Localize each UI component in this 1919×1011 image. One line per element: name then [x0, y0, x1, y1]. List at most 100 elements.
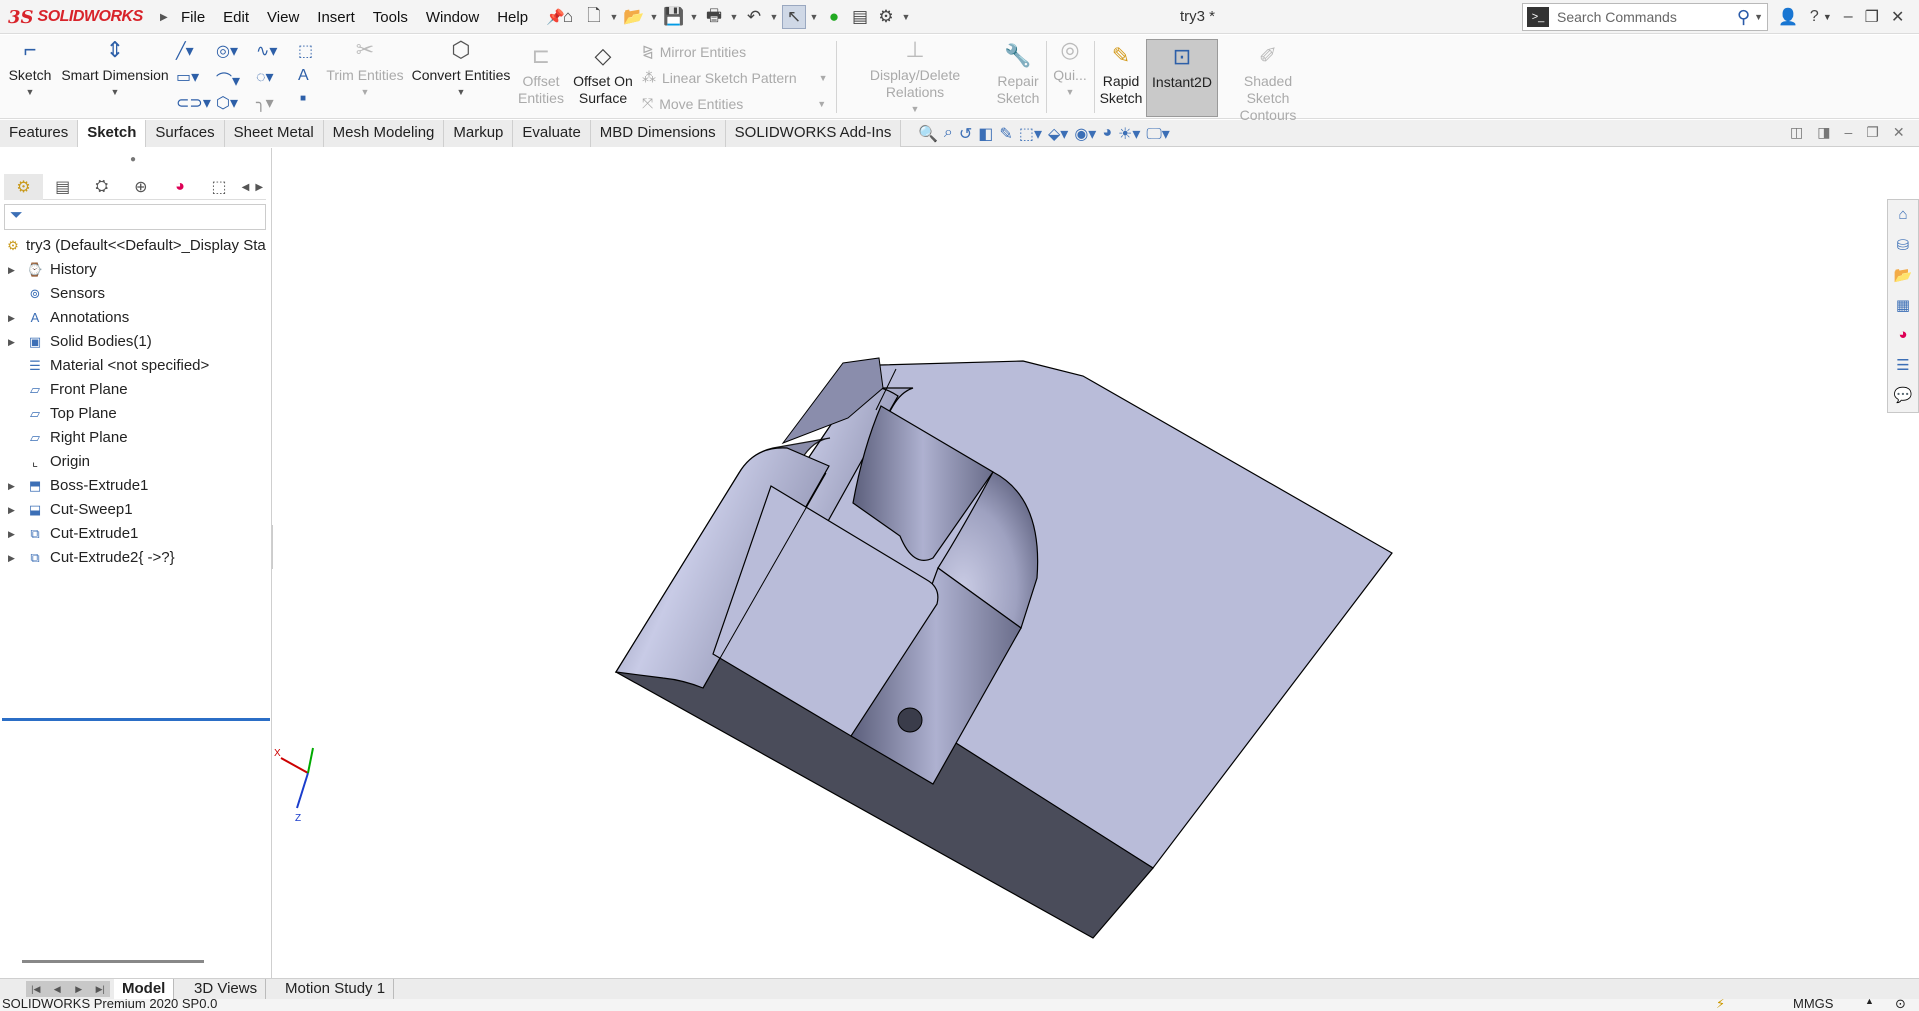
fillet-icon[interactable]: ╮▾	[256, 93, 274, 113]
edit-appearance-icon[interactable]: ◕	[1102, 124, 1112, 144]
text-icon[interactable]: A	[298, 67, 309, 85]
tab-evaluate[interactable]: Evaluate	[513, 120, 591, 147]
solidworks-logo[interactable]: 3S SOLIDWORKS ▶	[8, 3, 168, 31]
trim-dropdown-icon[interactable]: ▼	[361, 84, 370, 101]
model-view[interactable]: X Z	[273, 148, 1885, 978]
logo-arrow-icon[interactable]: ▶	[160, 12, 168, 23]
convert-entities-button[interactable]: ⬡ Convert Entities ▼	[410, 39, 512, 101]
tree-item-cut-sweep1[interactable]: ▶ ⬓ Cut-Sweep1	[0, 498, 272, 522]
rebuild-traffic-light-icon[interactable]: ●	[822, 5, 846, 29]
menu-edit[interactable]: Edit	[214, 9, 258, 26]
horizontal-scrollbar[interactable]	[22, 960, 204, 963]
view-palette-icon[interactable]: ▦	[1892, 296, 1914, 317]
offset-entities-button[interactable]: ⊏ Offset Entities	[516, 45, 566, 107]
rectangle-icon[interactable]: ▭▾	[176, 67, 199, 87]
tree-filter-input[interactable]: ⏷	[4, 204, 266, 230]
linear-pattern-dropdown-icon[interactable]: ▼	[819, 73, 828, 83]
open-icon[interactable]: 📂	[622, 5, 646, 29]
tab-sheet-metal[interactable]: Sheet Metal	[224, 120, 324, 147]
help-dropdown-icon[interactable]: ▼	[1823, 12, 1832, 22]
display-manager-tab-icon[interactable]: ◕	[160, 174, 199, 200]
first-tab-icon[interactable]: |◀	[26, 981, 46, 997]
tab-markup[interactable]: Markup	[444, 120, 514, 147]
options-dropdown-icon[interactable]: ▼	[900, 12, 912, 22]
expand-arrow-icon[interactable]: ▶	[8, 546, 15, 570]
expand-arrow-icon[interactable]: ▶	[8, 330, 15, 354]
tabs-left-arrow-icon[interactable]: ◀	[239, 174, 253, 200]
tree-root-part[interactable]: ⚙ try3 (Default<<Default>_Display Sta	[0, 234, 272, 258]
ellipse-icon[interactable]: ◌▾	[256, 67, 274, 87]
slot-icon[interactable]: ⊂⊃▾	[176, 93, 211, 113]
status-help-icon[interactable]: ⊙	[1895, 999, 1906, 1011]
dynamic-annotation-icon[interactable]: ✎	[999, 124, 1012, 144]
zoom-to-fit-icon[interactable]: 🔍	[918, 124, 938, 144]
tree-item-boss-extrude1[interactable]: ▶ ⬒ Boss-Extrude1	[0, 474, 272, 498]
view-orientation-icon[interactable]: ⬚▾	[1019, 124, 1042, 144]
quick-snaps-button[interactable]: ◎ Qui... ▼	[1050, 39, 1090, 101]
polygon-icon[interactable]: ⬡▾	[216, 93, 238, 113]
tab-surfaces[interactable]: Surfaces	[146, 120, 225, 147]
tree-item-sensors[interactable]: ⊚ Sensors	[0, 282, 272, 306]
minimize-icon[interactable]: –	[1844, 8, 1853, 26]
offset-on-surface-button[interactable]: ◇ Offset On Surface	[570, 45, 636, 107]
last-tab-icon[interactable]: ▶|	[91, 981, 111, 997]
feature-manager-tab-icon[interactable]: ⚙	[4, 174, 44, 200]
search-commands-box[interactable]: >_ Search Commands ⚲ ▼	[1522, 3, 1768, 31]
new-dropdown-icon[interactable]: ▼	[608, 12, 620, 22]
help-icon[interactable]: ?	[1810, 8, 1819, 26]
rapid-sketch-button[interactable]: ✎ Rapid Sketch	[1098, 45, 1144, 107]
search-dropdown-icon[interactable]: ▼	[1754, 12, 1763, 22]
tab-mesh-modeling[interactable]: Mesh Modeling	[323, 120, 445, 147]
tree-item-front-plane[interactable]: ▱ Front Plane	[0, 378, 272, 402]
smart-dimension-dropdown-icon[interactable]: ▼	[111, 84, 120, 101]
previous-view-icon[interactable]: ↺	[959, 124, 972, 144]
trim-entities-button[interactable]: ✂ Trim Entities ▼	[324, 39, 406, 101]
section-view-icon[interactable]: ◧	[978, 124, 993, 144]
tree-item-material[interactable]: ☰ Material <not specified>	[0, 354, 272, 378]
prev-tab-icon[interactable]: ◀	[48, 981, 68, 997]
menu-window[interactable]: Window	[417, 9, 488, 26]
menu-view[interactable]: View	[258, 9, 308, 26]
display-delete-relations-button[interactable]: ⊥ Display/Delete Relations ▼	[840, 39, 990, 118]
solidworks-resources-icon[interactable]: ⌂	[1892, 206, 1914, 227]
tree-item-right-plane[interactable]: ▱ Right Plane	[0, 426, 272, 450]
move-entities-button[interactable]: ⤧ Move Entities ▼	[642, 95, 826, 112]
expand-arrow-icon[interactable]: ▶	[8, 522, 15, 546]
undo-icon[interactable]: ↶	[742, 5, 766, 29]
sketch-button[interactable]: ⌐ Sketch ▼	[8, 39, 52, 101]
restore-icon[interactable]: ❐	[1865, 7, 1879, 27]
user-icon[interactable]: 👤	[1778, 7, 1798, 27]
tab-model[interactable]: Model	[114, 979, 175, 1000]
home-icon[interactable]: ⌂	[556, 5, 580, 29]
convert-dropdown-icon[interactable]: ▼	[457, 84, 466, 101]
move-dropdown-icon[interactable]: ▼	[817, 99, 826, 109]
tab-solidworks-add-ins[interactable]: SOLIDWORKS Add-Ins	[725, 120, 902, 147]
menu-help[interactable]: Help	[488, 9, 537, 26]
circle-icon[interactable]: ◎▾	[216, 41, 238, 61]
save-icon[interactable]: 💾	[662, 5, 686, 29]
close-icon[interactable]: ✕	[1891, 7, 1904, 27]
menu-insert[interactable]: Insert	[308, 9, 364, 26]
tree-item-history[interactable]: ▶ ⌚ History	[0, 258, 272, 282]
next-tab-icon[interactable]: ▶	[69, 981, 89, 997]
tree-item-solid-bodies[interactable]: ▶ ▣ Solid Bodies(1)	[0, 330, 272, 354]
file-properties-icon[interactable]: ▤	[848, 5, 872, 29]
zoom-to-area-icon[interactable]: ⌕	[944, 124, 953, 144]
apply-scene-icon[interactable]: ☀▾	[1118, 124, 1140, 144]
tab-mbd-dimensions[interactable]: MBD Dimensions	[590, 120, 726, 147]
cam-manager-tab-icon[interactable]: ⬚	[200, 174, 239, 200]
menu-tools[interactable]: Tools	[364, 9, 417, 26]
units-dropdown-icon[interactable]: ▲	[1865, 999, 1874, 1006]
viewport-restore-icon[interactable]: ❐	[1866, 124, 1879, 141]
panel-grip-icon[interactable]: ●	[130, 154, 136, 165]
design-library-icon[interactable]: ⛁	[1892, 236, 1914, 257]
select-dropdown-icon[interactable]: ▼	[808, 12, 820, 22]
tab-motion-study-1[interactable]: Motion Study 1	[277, 979, 395, 1000]
graphics-area[interactable]: X Z	[273, 148, 1885, 978]
shaded-sketch-contours-button[interactable]: ✐ Shaded Sketch Contours	[1222, 45, 1314, 124]
relations-dropdown-icon[interactable]: ▼	[911, 101, 920, 118]
save-dropdown-icon[interactable]: ▼	[688, 12, 700, 22]
instant2d-button[interactable]: ⊡ Instant2D	[1146, 39, 1218, 117]
sketch-dropdown-icon[interactable]: ▼	[26, 84, 35, 101]
custom-properties-icon[interactable]: ☰	[1892, 356, 1914, 377]
